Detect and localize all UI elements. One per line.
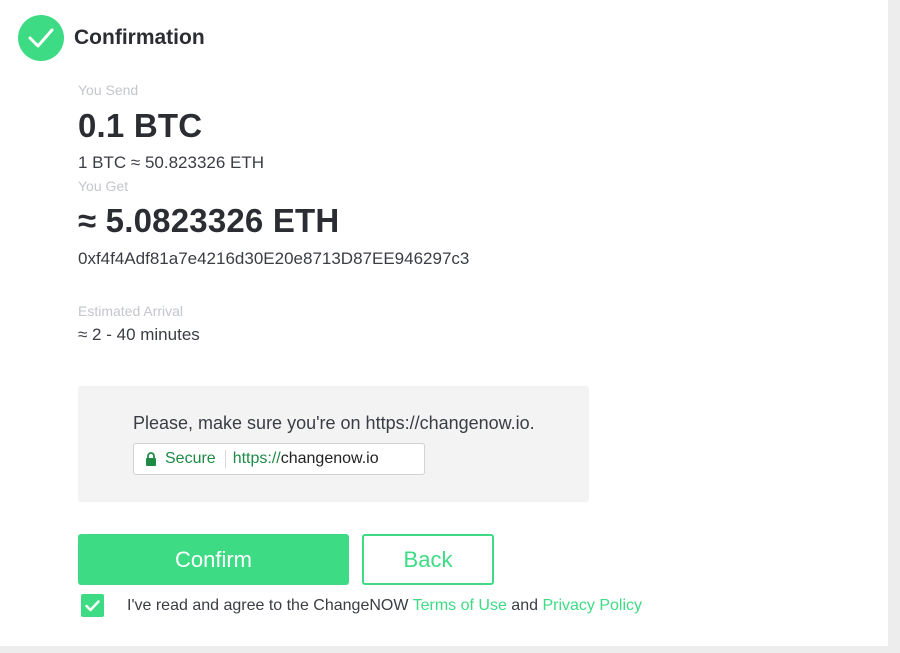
exchange-rate: 1 BTC ≈ 50.823326 ETH <box>78 153 265 172</box>
url-scheme: https:// <box>232 450 281 467</box>
secure-label: Secure <box>165 450 216 467</box>
confirmation-card: Confirmation You Send 0.1 BTC 1 BTC ≈ 50… <box>0 0 888 646</box>
confirm-button[interactable]: Confirm <box>78 534 349 585</box>
agreement-prefix: I've read and agree to the ChangeNOW <box>127 597 413 614</box>
checkmark-icon <box>18 15 64 61</box>
agree-checkbox[interactable] <box>81 594 104 617</box>
agreement-text: I've read and agree to the ChangeNOW Ter… <box>127 597 642 615</box>
phishing-notice: Please, make sure you're on https://chan… <box>78 386 589 502</box>
notice-text: Please, make sure you're on https://chan… <box>133 413 535 433</box>
back-button[interactable]: Back <box>362 534 494 585</box>
terms-of-use-link[interactable]: Terms of Use <box>413 597 507 614</box>
send-amount: 0.1 BTC <box>78 107 203 144</box>
you-get-label: You Get <box>78 178 129 194</box>
agreement-joiner: and <box>506 597 543 614</box>
get-amount: ≈ 5.0823326 ETH <box>78 202 340 239</box>
url-domain: changenow.io <box>280 450 379 467</box>
page-title: Confirmation <box>74 26 205 49</box>
lock-icon <box>145 452 157 466</box>
url-divider <box>224 450 226 468</box>
you-send-label: You Send <box>78 82 139 98</box>
privacy-policy-link[interactable]: Privacy Policy <box>542 597 642 614</box>
estimated-arrival-label: Estimated Arrival <box>78 303 184 319</box>
estimated-arrival-value: ≈ 2 - 40 minutes <box>78 325 200 344</box>
recipient-address: 0xf4f4Adf81a7e4216d30E20e8713D87EE946297… <box>78 249 470 268</box>
secure-url-box: Secure https://changenow.io <box>133 443 425 475</box>
checkbox-check-icon <box>85 599 100 611</box>
